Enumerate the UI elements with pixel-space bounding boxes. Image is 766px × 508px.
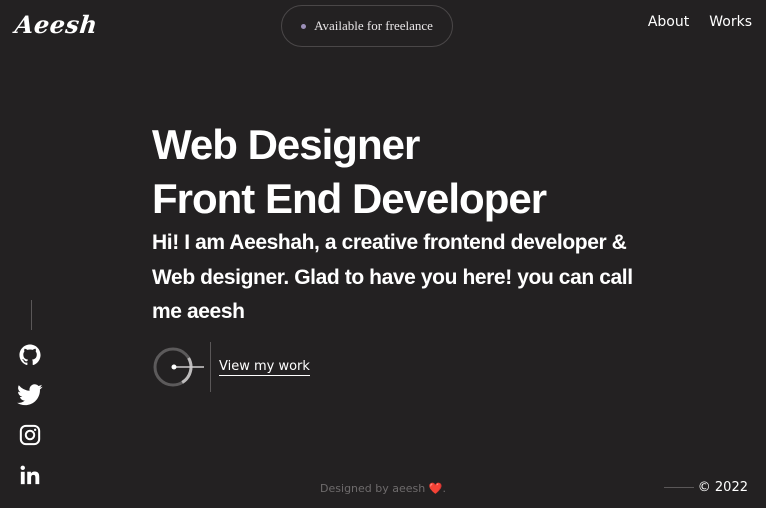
view-work-link[interactable]: View my work: [219, 359, 310, 376]
hero-intro: Hi! I am Aeeshah, a creative frontend de…: [152, 231, 633, 323]
nav-link-about[interactable]: About: [648, 14, 689, 30]
scroll-indicator-icon: [152, 343, 204, 391]
availability-text: Available for freelance: [314, 18, 433, 33]
heart-icon: ❤️: [428, 482, 443, 495]
nav-link-works[interactable]: Works: [709, 14, 752, 30]
site-logo[interactable]: Aeesh: [13, 10, 99, 39]
cta-divider: [210, 342, 211, 392]
footer-credit: Designed by aeesh ❤️.: [0, 482, 766, 495]
copyright-divider: [663, 487, 694, 488]
hero-title-line-2: Front End Developer: [152, 175, 547, 222]
hero-title: Web Designer Front End Developer: [152, 118, 642, 226]
page: Aeesh Available for freelance About Work…: [0, 0, 766, 508]
status-dot-icon: [301, 23, 307, 29]
hero-section: Web Designer Front End Developer Hi! I a…: [152, 118, 642, 330]
footer-copyright: © 2022: [663, 480, 748, 495]
instagram-icon[interactable]: [17, 422, 43, 448]
footer-credit-text: Designed by aeesh: [320, 482, 426, 495]
hero-title-line-1: Web Designer: [152, 121, 420, 168]
social-links: [17, 300, 45, 502]
copyright-text: © 2022: [697, 480, 748, 495]
availability-badge[interactable]: Available for freelance: [281, 5, 453, 47]
footer-credit-suffix: .: [442, 482, 446, 495]
twitter-icon[interactable]: [17, 382, 43, 408]
social-divider: [31, 300, 32, 330]
view-work-cta[interactable]: View my work: [152, 341, 310, 393]
top-nav: About Works: [648, 14, 752, 30]
github-icon[interactable]: [17, 342, 43, 368]
